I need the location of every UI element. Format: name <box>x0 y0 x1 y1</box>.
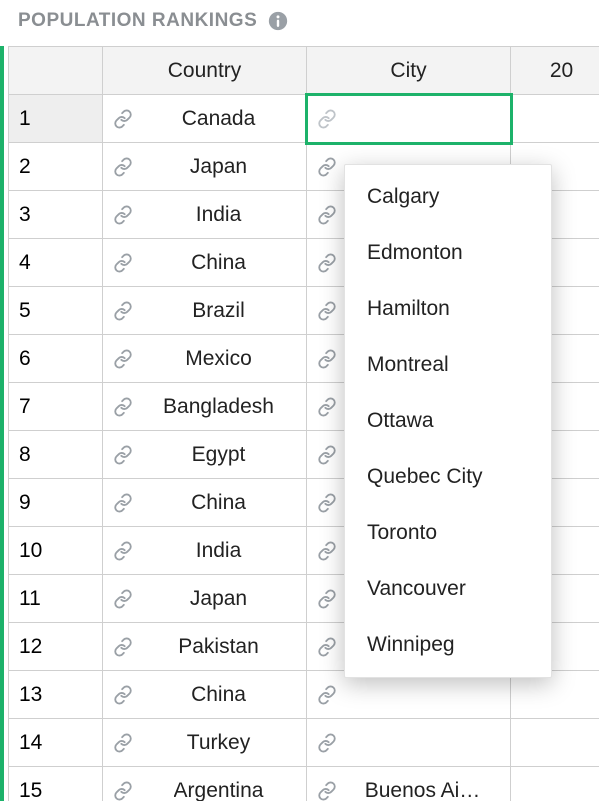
column-header-country[interactable]: Country <box>103 47 307 95</box>
link-icon <box>317 109 415 129</box>
section-header: POPULATION RANKINGS <box>0 0 599 46</box>
link-icon <box>113 493 183 513</box>
row-number[interactable]: 14 <box>9 719 103 767</box>
row-number[interactable]: 3 <box>9 191 103 239</box>
row-number[interactable]: 7 <box>9 383 103 431</box>
cell-country-label: Brazil <box>192 299 296 323</box>
cell-country-label: China <box>191 491 296 515</box>
cell-country-label: Argentina <box>174 779 296 801</box>
column-header-rownum[interactable] <box>9 47 103 95</box>
table-row: 14 Turkey <box>9 719 599 767</box>
row-number[interactable]: 12 <box>9 623 103 671</box>
row-number[interactable]: 11 <box>9 575 103 623</box>
dropdown-item[interactable]: Vancouver <box>345 561 551 617</box>
link-icon <box>113 397 155 417</box>
city-dropdown[interactable]: CalgaryEdmontonHamiltonMontrealOttawaQue… <box>344 164 552 678</box>
cell-country[interactable]: China <box>103 239 307 287</box>
cell-country-label: Canada <box>182 107 296 131</box>
cell-country[interactable]: Pakistan <box>103 623 307 671</box>
dropdown-item[interactable]: Calgary <box>345 169 551 225</box>
cell-country-label: India <box>196 539 296 563</box>
cell-city[interactable]: Buenos Ai… <box>307 767 511 801</box>
dropdown-item[interactable]: Ottawa <box>345 393 551 449</box>
cell-country[interactable]: Turkey <box>103 719 307 767</box>
cell-year[interactable] <box>511 719 599 767</box>
cell-country-label: Mexico <box>185 347 296 371</box>
info-icon[interactable] <box>267 10 289 32</box>
cell-city[interactable] <box>307 95 511 143</box>
cell-country[interactable]: Japan <box>103 143 307 191</box>
link-icon <box>317 781 357 801</box>
link-icon <box>113 589 182 609</box>
cell-year[interactable] <box>511 767 599 801</box>
cell-country-label: China <box>191 683 296 707</box>
cell-country-label: India <box>196 203 296 227</box>
link-icon <box>113 253 183 273</box>
link-icon <box>317 733 415 753</box>
table-row: 1 Canada <box>9 95 599 143</box>
link-icon <box>113 205 188 225</box>
cell-country[interactable]: China <box>103 671 307 719</box>
cell-country-label: Bangladesh <box>163 395 296 419</box>
link-icon <box>113 733 179 753</box>
row-number[interactable]: 1 <box>9 95 103 143</box>
cell-country[interactable]: Japan <box>103 575 307 623</box>
dropdown-item[interactable]: Toronto <box>345 505 551 561</box>
table-row: 15 Argentina Buenos Ai… <box>9 767 599 801</box>
row-number[interactable]: 15 <box>9 767 103 801</box>
link-icon <box>113 781 166 801</box>
row-number[interactable]: 5 <box>9 287 103 335</box>
cell-year[interactable] <box>511 95 599 143</box>
cell-country-label: Pakistan <box>178 635 296 659</box>
row-number[interactable]: 9 <box>9 479 103 527</box>
row-number[interactable]: 2 <box>9 143 103 191</box>
cell-country-label: Egypt <box>192 443 296 467</box>
dropdown-item[interactable]: Montreal <box>345 337 551 393</box>
link-icon <box>113 637 170 657</box>
cell-country[interactable]: Argentina <box>103 767 307 801</box>
cell-country-label: China <box>191 251 296 275</box>
link-icon <box>113 301 184 321</box>
cell-country[interactable]: Egypt <box>103 431 307 479</box>
link-icon <box>113 109 174 129</box>
cell-country[interactable]: China <box>103 479 307 527</box>
link-icon <box>113 445 184 465</box>
cell-country-label: Japan <box>190 587 296 611</box>
cell-country[interactable]: India <box>103 527 307 575</box>
cell-country[interactable]: India <box>103 191 307 239</box>
link-icon <box>113 541 188 561</box>
cell-country[interactable]: Bangladesh <box>103 383 307 431</box>
dropdown-item[interactable]: Winnipeg <box>345 617 551 673</box>
dropdown-item[interactable]: Quebec City <box>345 449 551 505</box>
row-number[interactable]: 13 <box>9 671 103 719</box>
link-icon <box>113 685 183 705</box>
cell-city[interactable] <box>307 719 511 767</box>
row-number[interactable]: 6 <box>9 335 103 383</box>
cell-country[interactable]: Mexico <box>103 335 307 383</box>
link-icon <box>317 685 415 705</box>
row-number[interactable]: 8 <box>9 431 103 479</box>
section-title: POPULATION RANKINGS <box>18 10 257 32</box>
cell-country-label: Japan <box>190 155 296 179</box>
link-icon <box>113 349 177 369</box>
link-icon <box>113 157 182 177</box>
dropdown-item[interactable]: Edmonton <box>345 225 551 281</box>
dropdown-item[interactable]: Hamilton <box>345 281 551 337</box>
row-number[interactable]: 4 <box>9 239 103 287</box>
column-header-year[interactable]: 20 <box>511 47 599 95</box>
cell-country[interactable]: Brazil <box>103 287 307 335</box>
cell-country[interactable]: Canada <box>103 95 307 143</box>
cell-city-label: Buenos Ai… <box>365 779 500 801</box>
column-header-city[interactable]: City <box>307 47 511 95</box>
row-number[interactable]: 10 <box>9 527 103 575</box>
cell-country-label: Turkey <box>187 731 296 755</box>
